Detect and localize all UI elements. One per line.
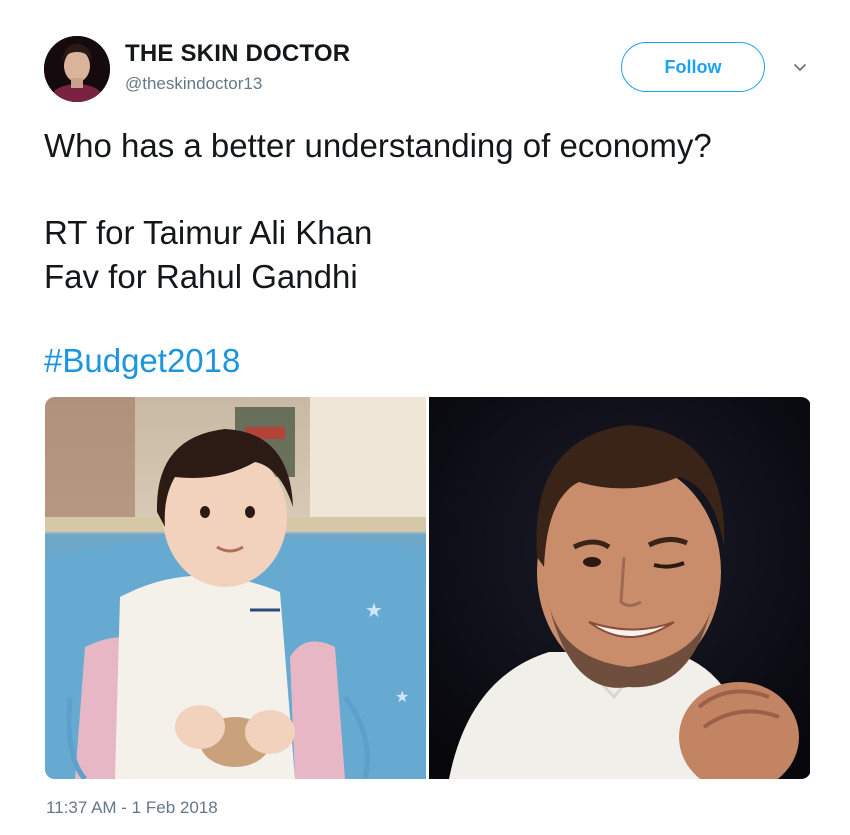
hashtag-link[interactable]: #Budget2018: [44, 341, 240, 381]
avatar[interactable]: [44, 36, 110, 102]
chevron-down-icon[interactable]: [790, 58, 810, 78]
tweet-text-line: RT for Taimur Ali Khan: [44, 214, 373, 251]
svg-text:★: ★: [365, 598, 383, 622]
svg-text:★: ★: [395, 687, 409, 706]
display-name[interactable]: THE SKIN DOCTOR: [125, 40, 350, 68]
photo-man[interactable]: [429, 397, 810, 779]
tweet-text-line: Fav for Rahul Gandhi: [44, 258, 358, 295]
tweet-text-line: Who has a better understanding of econom…: [44, 127, 712, 164]
tweet-media: ★ ★: [45, 397, 811, 779]
tweet-timestamp[interactable]: 11:37 AM - 1 Feb 2018: [46, 798, 218, 818]
user-handle[interactable]: @theskindoctor13: [125, 74, 262, 94]
follow-button[interactable]: Follow: [621, 42, 765, 92]
photo-baby[interactable]: ★ ★: [45, 397, 426, 779]
tweet-header: THE SKIN DOCTOR @theskindoctor13 Follow: [44, 36, 824, 106]
tweet-card: THE SKIN DOCTOR @theskindoctor13 Follow …: [0, 0, 850, 835]
